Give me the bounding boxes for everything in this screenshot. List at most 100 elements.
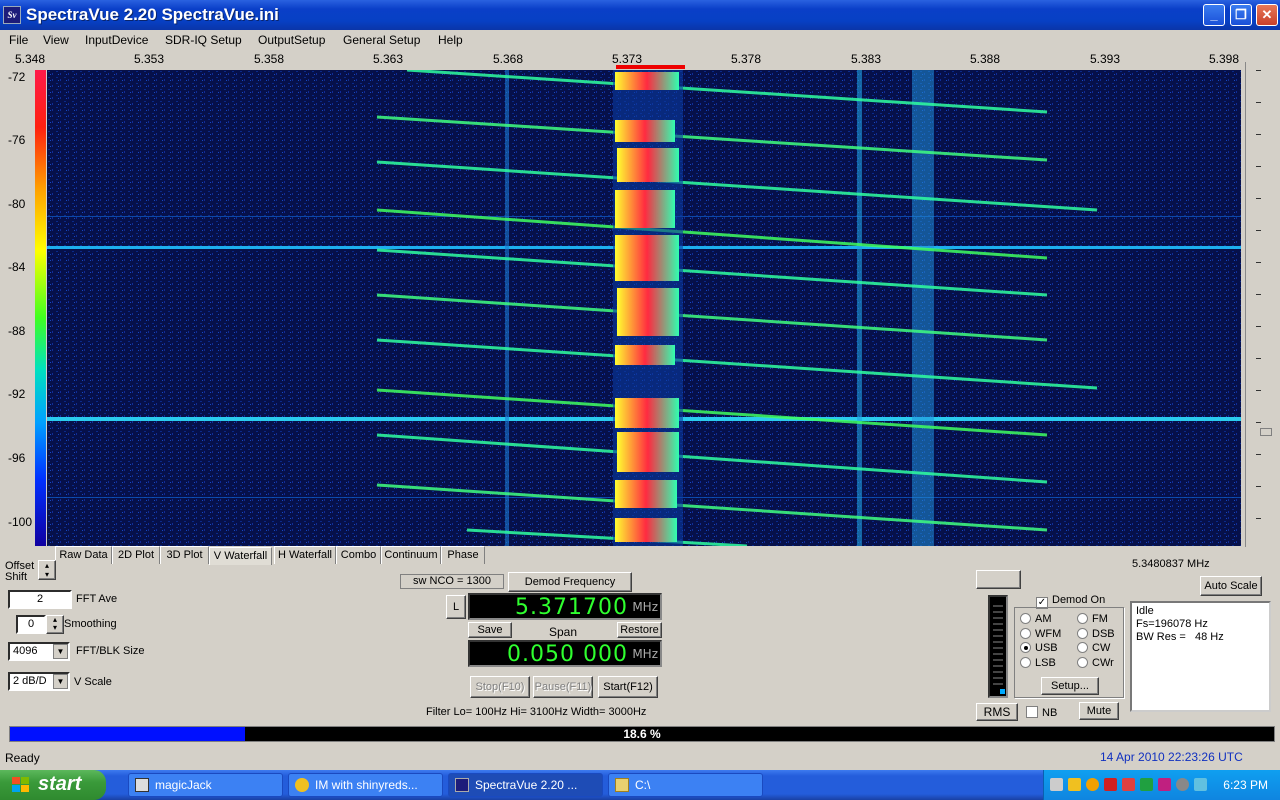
- span-label: Span: [549, 625, 578, 639]
- maximize-button[interactable]: ❐: [1230, 4, 1252, 26]
- shield-icon[interactable]: [1068, 778, 1081, 791]
- close-button[interactable]: ✕: [1256, 4, 1278, 26]
- db-tick: -84: [8, 260, 26, 274]
- tab-3d-plot[interactable]: 3D Plot: [160, 546, 209, 564]
- menu-bar: File View InputDevice SDR-IQ Setup Outpu…: [0, 30, 1280, 50]
- tab-continuum[interactable]: Continuum: [381, 546, 441, 564]
- task-folder-c[interactable]: C:\: [608, 773, 763, 797]
- pause-button[interactable]: Pause(F11): [533, 676, 593, 698]
- antivirus-icon[interactable]: [1104, 778, 1117, 791]
- db-tick: -88: [8, 324, 26, 338]
- tab-h-waterfall[interactable]: H Waterfall: [274, 546, 336, 564]
- start-button[interactable]: Start(F12): [598, 676, 658, 698]
- freq-tick: 5.363: [373, 52, 404, 66]
- menu-general-setup[interactable]: General Setup: [343, 33, 420, 47]
- span-frequency-unit: MHz: [632, 647, 658, 661]
- vscale-select[interactable]: 2 dB/D ▼: [8, 672, 70, 691]
- auto-scale-button[interactable]: Auto Scale: [1200, 576, 1262, 596]
- vertical-offset-slider[interactable]: [1245, 62, 1280, 547]
- mode-fm-radio[interactable]: FM: [1077, 613, 1108, 625]
- windows-flag-icon: [12, 777, 29, 792]
- mode-am-radio[interactable]: AM: [1020, 613, 1052, 625]
- calculator-tray-icon[interactable]: [1050, 778, 1063, 791]
- update-icon[interactable]: [1194, 778, 1207, 791]
- fft-ave-input[interactable]: 2: [8, 590, 72, 609]
- menu-view[interactable]: View: [43, 33, 69, 47]
- center-frequency-unit: MHz: [632, 600, 658, 614]
- messenger-tray-icon[interactable]: [1086, 778, 1099, 791]
- nb-checkbox[interactable]: NB: [1026, 706, 1057, 719]
- stop-button[interactable]: Stop(F10): [470, 676, 530, 698]
- minimize-button[interactable]: _: [1203, 4, 1225, 26]
- mode-lsb-radio[interactable]: LSB: [1020, 657, 1056, 669]
- freq-tick: 5.368: [493, 52, 524, 66]
- task-spectravue[interactable]: SpectraVue 2.20 ...: [448, 773, 603, 797]
- filter-info: Filter Lo= 100Hz Hi= 3100Hz Width= 3000H…: [426, 706, 647, 718]
- fft-ave-label: FFT Ave: [76, 593, 118, 605]
- fft-size-label: FFT/BLK Size: [76, 645, 145, 657]
- tab-raw-data[interactable]: Raw Data: [55, 546, 112, 564]
- speaker-icon[interactable]: [1176, 778, 1189, 791]
- start-button[interactable]: start: [0, 770, 106, 800]
- fft-size-select[interactable]: 4096 ▼: [8, 642, 70, 661]
- chevron-down-icon[interactable]: ▼: [53, 674, 68, 689]
- freq-tick: 5.378: [731, 52, 762, 66]
- freq-tick: 5.353: [134, 52, 165, 66]
- save-button[interactable]: Save: [468, 622, 512, 638]
- freq-tick: 5.348: [15, 52, 46, 66]
- mode-cwr-radio[interactable]: CWr: [1077, 657, 1114, 669]
- menu-help[interactable]: Help: [438, 33, 463, 47]
- network-icon[interactable]: [1158, 778, 1171, 791]
- task-magicjack[interactable]: magicJack: [128, 773, 283, 797]
- lock-button[interactable]: L: [446, 595, 466, 619]
- menu-file[interactable]: File: [9, 33, 28, 47]
- demod-passband-marker[interactable]: [616, 65, 685, 69]
- mail-icon[interactable]: [1122, 778, 1135, 791]
- shift-label: Shift: [5, 571, 28, 583]
- spectravue-icon: [455, 778, 469, 792]
- freq-tick: 5.358: [254, 52, 285, 66]
- offset-shift-spinner[interactable]: ▴ ▾: [38, 560, 56, 580]
- center-frequency-display[interactable]: 5.371700 MHz: [468, 593, 662, 620]
- tab-2d-plot[interactable]: 2D Plot: [112, 546, 160, 564]
- freq-tick: 5.393: [1090, 52, 1121, 66]
- info-line: BW Res = 48 Hz: [1136, 631, 1224, 643]
- task-im-window[interactable]: IM with shinyreds...: [288, 773, 443, 797]
- freq-tick: 5.398: [1209, 52, 1240, 66]
- tab-phase[interactable]: Phase: [441, 546, 485, 564]
- app-icon[interactable]: Sv: [3, 6, 21, 24]
- demod-setup-button[interactable]: Setup...: [1041, 677, 1099, 695]
- slider-thumb[interactable]: [1260, 428, 1272, 436]
- waterfall-display[interactable]: [47, 70, 1241, 546]
- progress-text: 18.6 %: [623, 727, 661, 741]
- db-axis: -72 -76 -80 -84 -88 -92 -96 -100: [0, 70, 34, 550]
- mode-wfm-radio[interactable]: WFM: [1020, 628, 1061, 640]
- mode-usb-radio[interactable]: USB: [1020, 642, 1058, 654]
- rms-button[interactable]: RMS: [976, 703, 1018, 721]
- security-icon[interactable]: [1140, 778, 1153, 791]
- smoothing-input[interactable]: 0: [16, 615, 46, 634]
- blank-button[interactable]: [976, 570, 1021, 589]
- mode-cw-radio[interactable]: CW: [1077, 642, 1110, 654]
- menu-sdriq-setup[interactable]: SDR-IQ Setup: [165, 33, 242, 47]
- radio-icon: [1020, 657, 1031, 668]
- tab-v-waterfall[interactable]: V Waterfall: [209, 547, 272, 565]
- waterfall-image: [47, 70, 1241, 546]
- mute-button[interactable]: Mute: [1079, 702, 1119, 720]
- menu-inputdevice[interactable]: InputDevice: [85, 33, 148, 47]
- chevron-down-icon[interactable]: ▼: [53, 644, 68, 659]
- calculator-icon: [135, 778, 149, 792]
- freq-tick: 5.388: [970, 52, 1001, 66]
- vscale-label: V Scale: [74, 676, 112, 688]
- radio-icon: [1077, 628, 1088, 639]
- demod-frequency-button[interactable]: Demod Frequency: [508, 572, 632, 592]
- mode-dsb-radio[interactable]: DSB: [1077, 628, 1115, 640]
- tab-combo[interactable]: Combo: [336, 546, 381, 564]
- restore-button[interactable]: Restore: [617, 622, 662, 638]
- smoothing-spinner[interactable]: ▴ ▾: [46, 615, 64, 634]
- menu-outputsetup[interactable]: OutputSetup: [258, 33, 325, 47]
- span-frequency-display[interactable]: 0.050 000 MHz: [468, 640, 662, 667]
- fft-size-value: 4096: [13, 645, 38, 657]
- title-bar[interactable]: Sv SpectraVue 2.20 SpectraVue.ini _ ❐ ✕: [0, 0, 1280, 30]
- radio-selected-icon: [1020, 642, 1031, 653]
